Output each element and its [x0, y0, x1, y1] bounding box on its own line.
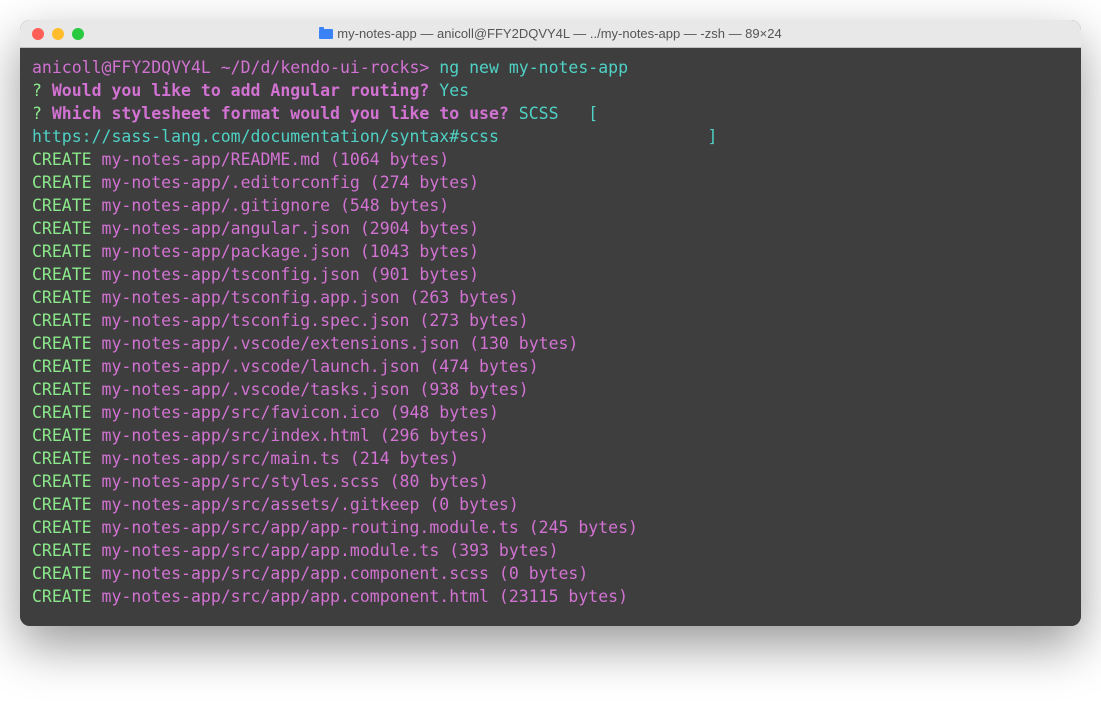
- create-path: my-notes-app/src/favicon.ico (948 bytes): [92, 403, 499, 422]
- create-line: CREATE my-notes-app/src/app/app.componen…: [32, 562, 1069, 585]
- create-keyword: CREATE: [32, 242, 92, 261]
- create-path: my-notes-app/.vscode/extensions.json (13…: [92, 334, 579, 353]
- prompt-line: anicoll@FFY2DQVY4L ~/D/d/kendo-ui-rocks>…: [32, 56, 1069, 79]
- create-keyword: CREATE: [32, 403, 92, 422]
- create-keyword: CREATE: [32, 541, 92, 560]
- create-path: my-notes-app/src/index.html (296 bytes): [92, 426, 489, 445]
- create-keyword: CREATE: [32, 449, 92, 468]
- create-line: CREATE my-notes-app/.vscode/launch.json …: [32, 355, 1069, 378]
- create-line: CREATE my-notes-app/src/app/app.componen…: [32, 585, 1069, 608]
- create-keyword: CREATE: [32, 173, 92, 192]
- create-keyword: CREATE: [32, 426, 92, 445]
- question-routing: ? Would you like to add Angular routing?…: [32, 79, 1069, 102]
- create-line: CREATE my-notes-app/tsconfig.app.json (2…: [32, 286, 1069, 309]
- question-routing-text: Would you like to add Angular routing?: [42, 81, 429, 100]
- create-path: my-notes-app/.editorconfig (274 bytes): [92, 173, 479, 192]
- create-line: CREATE my-notes-app/src/main.ts (214 byt…: [32, 447, 1069, 470]
- create-path: my-notes-app/.vscode/launch.json (474 by…: [92, 357, 539, 376]
- create-keyword: CREATE: [32, 495, 92, 514]
- create-line: CREATE my-notes-app/src/favicon.ico (948…: [32, 401, 1069, 424]
- create-path: my-notes-app/src/main.ts (214 bytes): [92, 449, 460, 468]
- prompt-user-host: anicoll@FFY2DQVY4L ~/D/d/kendo-ui-rocks>: [32, 58, 429, 77]
- create-keyword: CREATE: [32, 196, 92, 215]
- create-line: CREATE my-notes-app/.gitignore (548 byte…: [32, 194, 1069, 217]
- create-path: my-notes-app/tsconfig.json (901 bytes): [92, 265, 479, 284]
- create-line: CREATE my-notes-app/src/index.html (296 …: [32, 424, 1069, 447]
- create-keyword: CREATE: [32, 311, 92, 330]
- terminal-window: my-notes-app — anicoll@FFY2DQVY4L — ../m…: [20, 20, 1081, 626]
- create-path: my-notes-app/src/app/app.module.ts (393 …: [92, 541, 559, 560]
- create-keyword: CREATE: [32, 587, 92, 606]
- create-line: CREATE my-notes-app/src/app/app-routing.…: [32, 516, 1069, 539]
- create-keyword: CREATE: [32, 150, 92, 169]
- create-keyword: CREATE: [32, 334, 92, 353]
- create-path: my-notes-app/tsconfig.app.json (263 byte…: [92, 288, 519, 307]
- terminal-body[interactable]: anicoll@FFY2DQVY4L ~/D/d/kendo-ui-rocks>…: [20, 48, 1081, 626]
- create-path: my-notes-app/.gitignore (548 bytes): [92, 196, 450, 215]
- create-line: CREATE my-notes-app/package.json (1043 b…: [32, 240, 1069, 263]
- question-stylesheet: ? Which stylesheet format would you like…: [32, 102, 1069, 125]
- create-keyword: CREATE: [32, 380, 92, 399]
- create-keyword: CREATE: [32, 472, 92, 491]
- stylesheet-url: https://sass-lang.com/documentation/synt…: [32, 127, 499, 146]
- create-path: my-notes-app/src/assets/.gitkeep (0 byte…: [92, 495, 519, 514]
- stylesheet-url-close: ]: [499, 127, 718, 146]
- create-line: CREATE my-notes-app/src/app/app.module.t…: [32, 539, 1069, 562]
- create-path: my-notes-app/tsconfig.spec.json (273 byt…: [92, 311, 529, 330]
- create-line: CREATE my-notes-app/.vscode/extensions.j…: [32, 332, 1069, 355]
- close-icon[interactable]: [32, 28, 44, 40]
- create-path: my-notes-app/src/app/app.component.scss …: [92, 564, 589, 583]
- create-keyword: CREATE: [32, 357, 92, 376]
- create-line: CREATE my-notes-app/.vscode/tasks.json (…: [32, 378, 1069, 401]
- create-path: my-notes-app/src/styles.scss (80 bytes): [92, 472, 489, 491]
- traffic-lights: [20, 28, 84, 40]
- create-keyword: CREATE: [32, 219, 92, 238]
- create-line: CREATE my-notes-app/tsconfig.spec.json (…: [32, 309, 1069, 332]
- stylesheet-url-line: https://sass-lang.com/documentation/synt…: [32, 125, 1069, 148]
- folder-icon: [319, 29, 333, 39]
- create-line: CREATE my-notes-app/README.md (1064 byte…: [32, 148, 1069, 171]
- create-keyword: CREATE: [32, 265, 92, 284]
- create-path: my-notes-app/package.json (1043 bytes): [92, 242, 479, 261]
- question-mark-icon: ?: [32, 81, 42, 100]
- create-line: CREATE my-notes-app/angular.json (2904 b…: [32, 217, 1069, 240]
- create-keyword: CREATE: [32, 518, 92, 537]
- create-keyword: CREATE: [32, 564, 92, 583]
- maximize-icon[interactable]: [72, 28, 84, 40]
- titlebar: my-notes-app — anicoll@FFY2DQVY4L — ../m…: [20, 20, 1081, 48]
- window-title: my-notes-app — anicoll@FFY2DQVY4L — ../m…: [20, 26, 1081, 41]
- create-keyword: CREATE: [32, 288, 92, 307]
- create-line: CREATE my-notes-app/src/styles.scss (80 …: [32, 470, 1069, 493]
- minimize-icon[interactable]: [52, 28, 64, 40]
- window-title-text: my-notes-app — anicoll@FFY2DQVY4L — ../m…: [337, 26, 781, 41]
- create-path: my-notes-app/.vscode/tasks.json (938 byt…: [92, 380, 529, 399]
- create-path: my-notes-app/src/app/app-routing.module.…: [92, 518, 638, 537]
- create-path: my-notes-app/src/app/app.component.html …: [92, 587, 628, 606]
- question-mark-icon: ?: [32, 104, 42, 123]
- question-routing-answer: Yes: [429, 81, 469, 100]
- create-line: CREATE my-notes-app/.editorconfig (274 b…: [32, 171, 1069, 194]
- create-line: CREATE my-notes-app/tsconfig.json (901 b…: [32, 263, 1069, 286]
- question-stylesheet-answer: SCSS [: [509, 104, 608, 123]
- create-line: CREATE my-notes-app/src/assets/.gitkeep …: [32, 493, 1069, 516]
- create-path: my-notes-app/README.md (1064 bytes): [92, 150, 450, 169]
- create-path: my-notes-app/angular.json (2904 bytes): [92, 219, 479, 238]
- prompt-command: ng new my-notes-app: [429, 58, 628, 77]
- question-stylesheet-text: Which stylesheet format would you like t…: [42, 104, 509, 123]
